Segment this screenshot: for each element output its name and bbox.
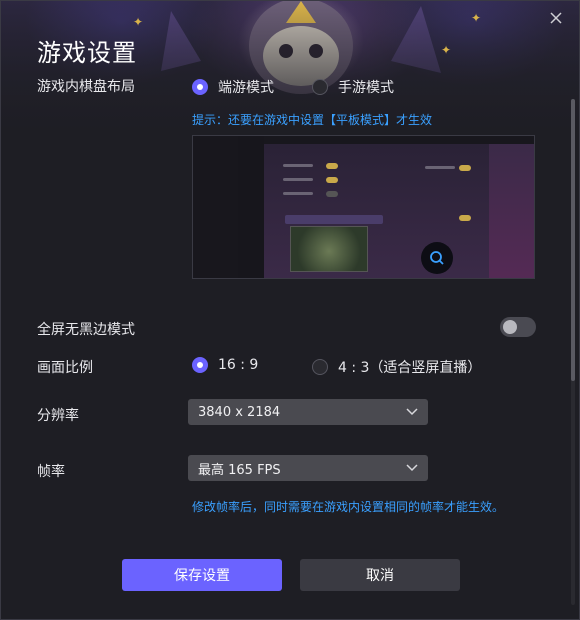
sparkle-icon: ✦ <box>471 11 482 25</box>
radio-unselected-indicator <box>312 359 328 375</box>
preview-game-board <box>290 226 368 272</box>
preview-toggle <box>326 177 338 183</box>
radio-pc-mode[interactable]: 端游模式 <box>192 77 274 97</box>
preview-sidebar <box>238 136 264 278</box>
sparkle-icon: ✦ <box>133 15 144 29</box>
preview-toggle <box>459 215 471 221</box>
preview-row <box>283 192 313 195</box>
radio-ratio-16-9[interactable]: 16 : 9 <box>192 357 258 373</box>
framerate-value: 最高 165 FPS <box>198 462 281 478</box>
layout-hint: 提示：还要在游戏中设置【平板模式】才生效 <box>192 113 433 127</box>
radio-ratio-4-3-label: 4 : 3（适合竖屏直播） <box>338 360 482 376</box>
fullscreen-label: 全屏无黑边模式 <box>37 322 135 338</box>
resolution-label: 分辨率 <box>37 408 79 424</box>
radio-mobile-mode[interactable]: 手游模式 <box>312 77 394 97</box>
radio-ratio-16-9-label: 16 : 9 <box>218 357 259 373</box>
radio-selected-indicator <box>192 79 208 95</box>
magnifier-icon <box>430 251 444 265</box>
preview-toggle <box>459 165 471 171</box>
dialog-title: 游戏设置 <box>37 39 137 67</box>
close-icon <box>550 12 562 24</box>
resolution-value: 3840 x 2184 <box>198 404 281 420</box>
chevron-down-icon <box>406 464 418 472</box>
preview-row <box>283 164 313 167</box>
radio-ratio-4-3[interactable]: 4 : 3（适合竖屏直播） <box>312 357 481 377</box>
preview-row <box>425 166 455 169</box>
radio-pc-mode-label: 端游模式 <box>218 80 274 96</box>
radio-selected-indicator <box>192 357 208 373</box>
radio-mobile-mode-label: 手游模式 <box>338 80 394 96</box>
framerate-hint: 修改帧率后，同时需要在游戏内设置相同的帧率才能生效。 <box>192 500 505 514</box>
ratio-label: 画面比例 <box>37 360 93 376</box>
preview-toggle <box>326 191 338 197</box>
resolution-select[interactable]: 3840 x 2184 <box>188 399 428 425</box>
framerate-select[interactable]: 最高 165 FPS <box>188 455 428 481</box>
close-button[interactable] <box>547 9 565 27</box>
fullscreen-toggle[interactable] <box>500 317 536 337</box>
game-settings-dialog: ✦ ✦ ✦ 游戏设置 游戏内棋盘布局 端游模式 手游模式 提示：还要在游戏中设置… <box>0 0 580 620</box>
preview-tablet-mode-bar <box>285 215 383 224</box>
radio-unselected-indicator <box>312 79 328 95</box>
cancel-button[interactable]: 取消 <box>300 559 460 591</box>
layout-preview-image <box>192 135 535 279</box>
preview-zoom-badge <box>421 242 453 274</box>
framerate-label: 帧率 <box>37 464 65 480</box>
save-button[interactable]: 保存设置 <box>122 559 282 591</box>
layout-label: 游戏内棋盘布局 <box>37 79 135 95</box>
preview-right-panel <box>489 144 534 278</box>
preview-row <box>283 178 313 181</box>
sparkle-icon: ✦ <box>441 43 452 57</box>
preview-toggle <box>326 163 338 169</box>
scrollbar-thumb[interactable] <box>571 99 575 381</box>
chevron-down-icon <box>406 408 418 416</box>
